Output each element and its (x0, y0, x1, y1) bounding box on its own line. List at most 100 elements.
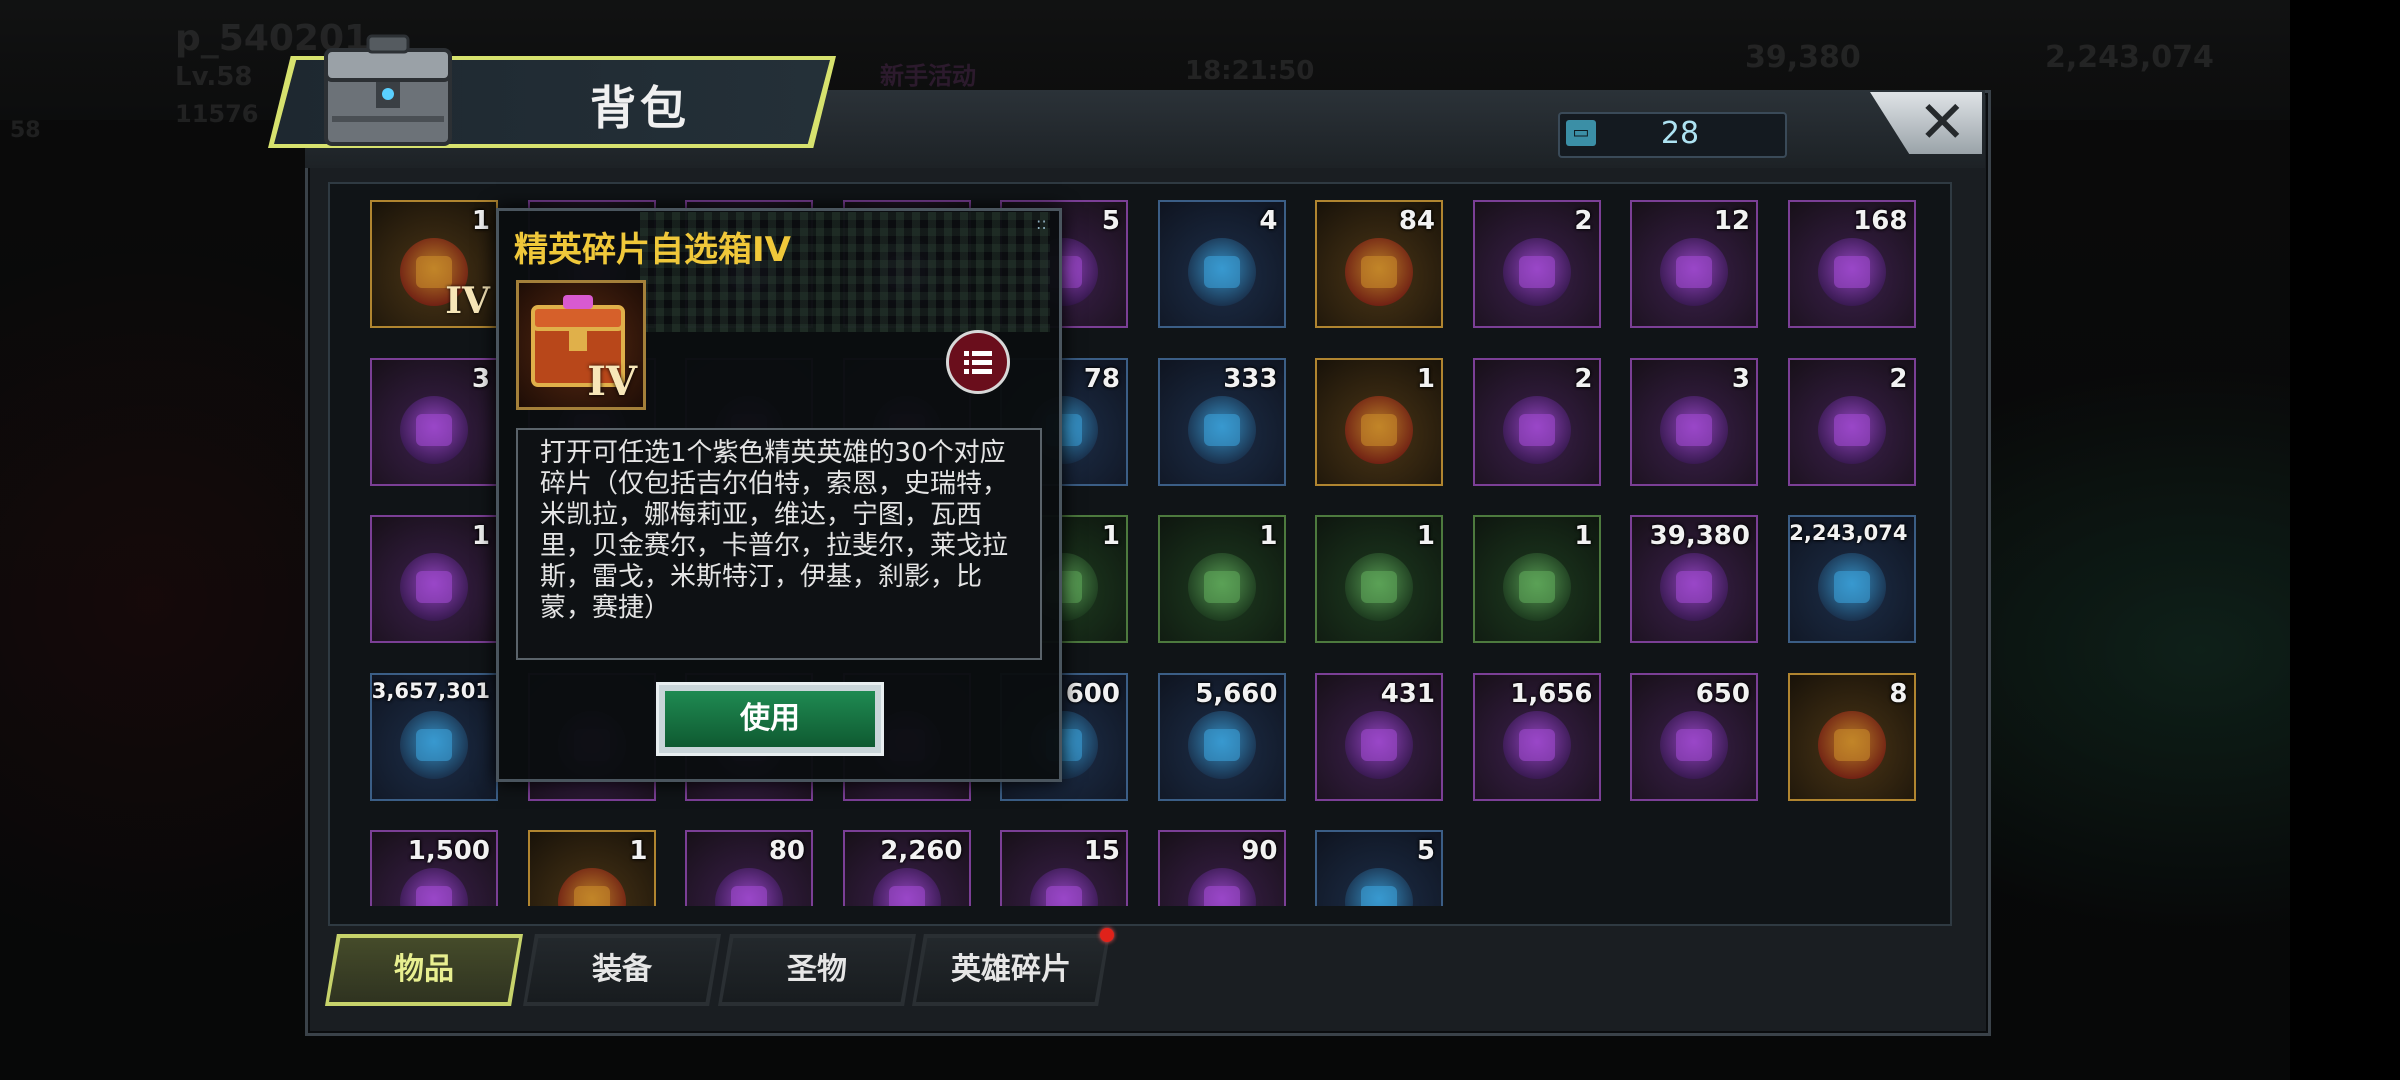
purple-boots-box-icon (400, 553, 468, 621)
tab-relics[interactable]: 圣物 (718, 934, 916, 1006)
tab-equipment-label: 装备 (592, 952, 652, 987)
inventory-slot[interactable]: 168 (1787, 200, 1916, 328)
inventory-slot[interactable]: 90 (1157, 830, 1286, 906)
inventory-slot[interactable]: 39,380 (1630, 515, 1758, 643)
item-count: 1 (1416, 363, 1435, 394)
tab-hero-shards-label: 英雄碎片 (951, 952, 1071, 987)
item-count: 1 (471, 521, 490, 551)
inventory-slot[interactable]: 2,243,074 (1787, 515, 1916, 643)
inventory-slot[interactable]: 84 (1315, 200, 1443, 328)
screen-edge (2290, 0, 2400, 1080)
purple-hat-box-icon (1660, 395, 1728, 464)
star-crate-icon (557, 868, 626, 906)
item-count: 80 (768, 836, 805, 866)
inventory-slot[interactable]: 1 (1315, 515, 1443, 643)
inventory-slot[interactable]: 4 (1157, 200, 1286, 328)
gold-gear-box-icon (1345, 395, 1413, 464)
item-count: 39,380 (1649, 521, 1750, 551)
item-count: 84 (1398, 206, 1435, 236)
item-count: 5,660 (1195, 678, 1278, 709)
backpack-chest-icon (324, 34, 452, 146)
item-count: 1 (1101, 521, 1120, 551)
bag-capacity-icon: ▭ (1566, 120, 1596, 146)
popup-item-title: 精英碎片自选箱IV (514, 230, 791, 270)
dna-helix-icon (1345, 868, 1413, 906)
tab-items[interactable]: 物品 (325, 934, 523, 1006)
item-count: 8 (1889, 678, 1908, 709)
tab-hero-shards[interactable]: 英雄碎片 (912, 934, 1110, 1006)
item-count: 2 (1889, 363, 1908, 394)
inventory-slot[interactable]: 1 (370, 515, 498, 643)
inventory-slot[interactable]: 12 (1630, 200, 1758, 328)
capacity-value: 28 (1660, 116, 1700, 151)
inventory-slot[interactable]: 5,660 (1157, 672, 1286, 801)
gold-coins-icon (1817, 553, 1886, 621)
item-count: 1 (1574, 521, 1593, 551)
item-count: 168 (1853, 206, 1908, 236)
popup-corner-dots: :: (1036, 214, 1047, 233)
item-count: 600 (1065, 678, 1120, 709)
item-count: 1,656 (1510, 678, 1593, 709)
item-count: 3 (471, 363, 490, 394)
use-button[interactable]: 使用 (656, 682, 884, 756)
green-shirt-box-icon (1502, 553, 1571, 621)
item-count: 12 (1713, 206, 1750, 236)
inventory-slot[interactable]: 1 (1472, 515, 1601, 643)
list-details-button[interactable] (946, 330, 1010, 394)
inventory-slot[interactable]: 333 (1157, 357, 1286, 486)
item-count: 3,657,301 (371, 678, 490, 703)
inventory-slot[interactable]: 3 (370, 357, 498, 486)
tab-items-label: 物品 (394, 952, 454, 987)
item-count: 5 (1416, 836, 1435, 866)
inventory-slot[interactable]: 80 (685, 830, 813, 906)
tab-relics-label: 圣物 (787, 952, 847, 987)
item-count: 431 (1380, 678, 1435, 709)
roman-numeral: IV (445, 280, 490, 322)
inventory-slot[interactable]: 2 (1472, 357, 1601, 486)
inventory-slot[interactable]: 431 (1315, 672, 1443, 801)
inventory-slot[interactable]: 1 (1157, 515, 1286, 643)
speedup-4h-card-icon (1187, 238, 1256, 306)
gold-ship-medal-icon (1817, 710, 1886, 779)
popup-item-icon: IV (516, 280, 646, 410)
popup-roman-numeral: IV (587, 358, 637, 405)
item-count: 4 (1259, 206, 1278, 236)
inventory-slot[interactable]: 15 (1000, 830, 1128, 906)
tab-equipment[interactable]: 装备 (523, 934, 721, 1006)
item-count: 1 (1259, 521, 1278, 551)
item-count: 333 (1223, 363, 1278, 394)
item-count: 1 (1416, 521, 1435, 551)
item-count: 2 (1574, 206, 1593, 236)
green-boots-box-icon (1345, 553, 1413, 621)
inventory-slot[interactable]: 3,657,301 (370, 672, 498, 801)
item-count: 5 (1101, 206, 1120, 236)
inventory-slot[interactable]: 650 (1630, 672, 1758, 801)
notification-badge (1100, 928, 1114, 942)
green-canister-icon (400, 710, 468, 779)
item-count: 2,260 (880, 836, 963, 866)
inventory-slot[interactable]: 2 (1787, 357, 1916, 486)
inventory-slot[interactable]: 5 (1315, 830, 1443, 906)
inventory-slot[interactable]: 1 (527, 830, 656, 906)
inventory-slot[interactable]: 8 (1787, 672, 1916, 801)
close-icon[interactable]: ✕ (1918, 88, 1967, 156)
item-count: 3 (1731, 363, 1750, 394)
item-count: 2 (1574, 363, 1593, 394)
inventory-slot[interactable]: 1 (1315, 357, 1443, 486)
purple-chip-icon (400, 395, 468, 464)
item-count: 2,243,074 (1789, 521, 1908, 545)
item-count: 1,500 (407, 836, 490, 866)
item-count: 78 (1083, 363, 1120, 394)
inventory-slot[interactable]: 2,260 (842, 830, 971, 906)
inventory-slot[interactable]: 1,656 (1472, 672, 1601, 801)
cube-frame-icon (1502, 238, 1571, 306)
inventory-slot[interactable]: 1,500 (370, 830, 498, 906)
page-title: 背包 (590, 81, 690, 135)
popup-description: 打开可任选1个紫色精英英雄的30个对应碎片（仅包括吉尔伯特，索恩，史瑞特，米凯拉… (540, 438, 1009, 623)
inventory-slot[interactable]: 3 (1630, 357, 1758, 486)
purple-gun-box-icon (1817, 395, 1886, 464)
green-weapon-box-icon (1187, 553, 1256, 621)
inventory-slot[interactable]: 2 (1472, 200, 1601, 328)
item-count: 1 (471, 206, 490, 236)
inventory-slot[interactable]: 1 IV (370, 200, 498, 328)
